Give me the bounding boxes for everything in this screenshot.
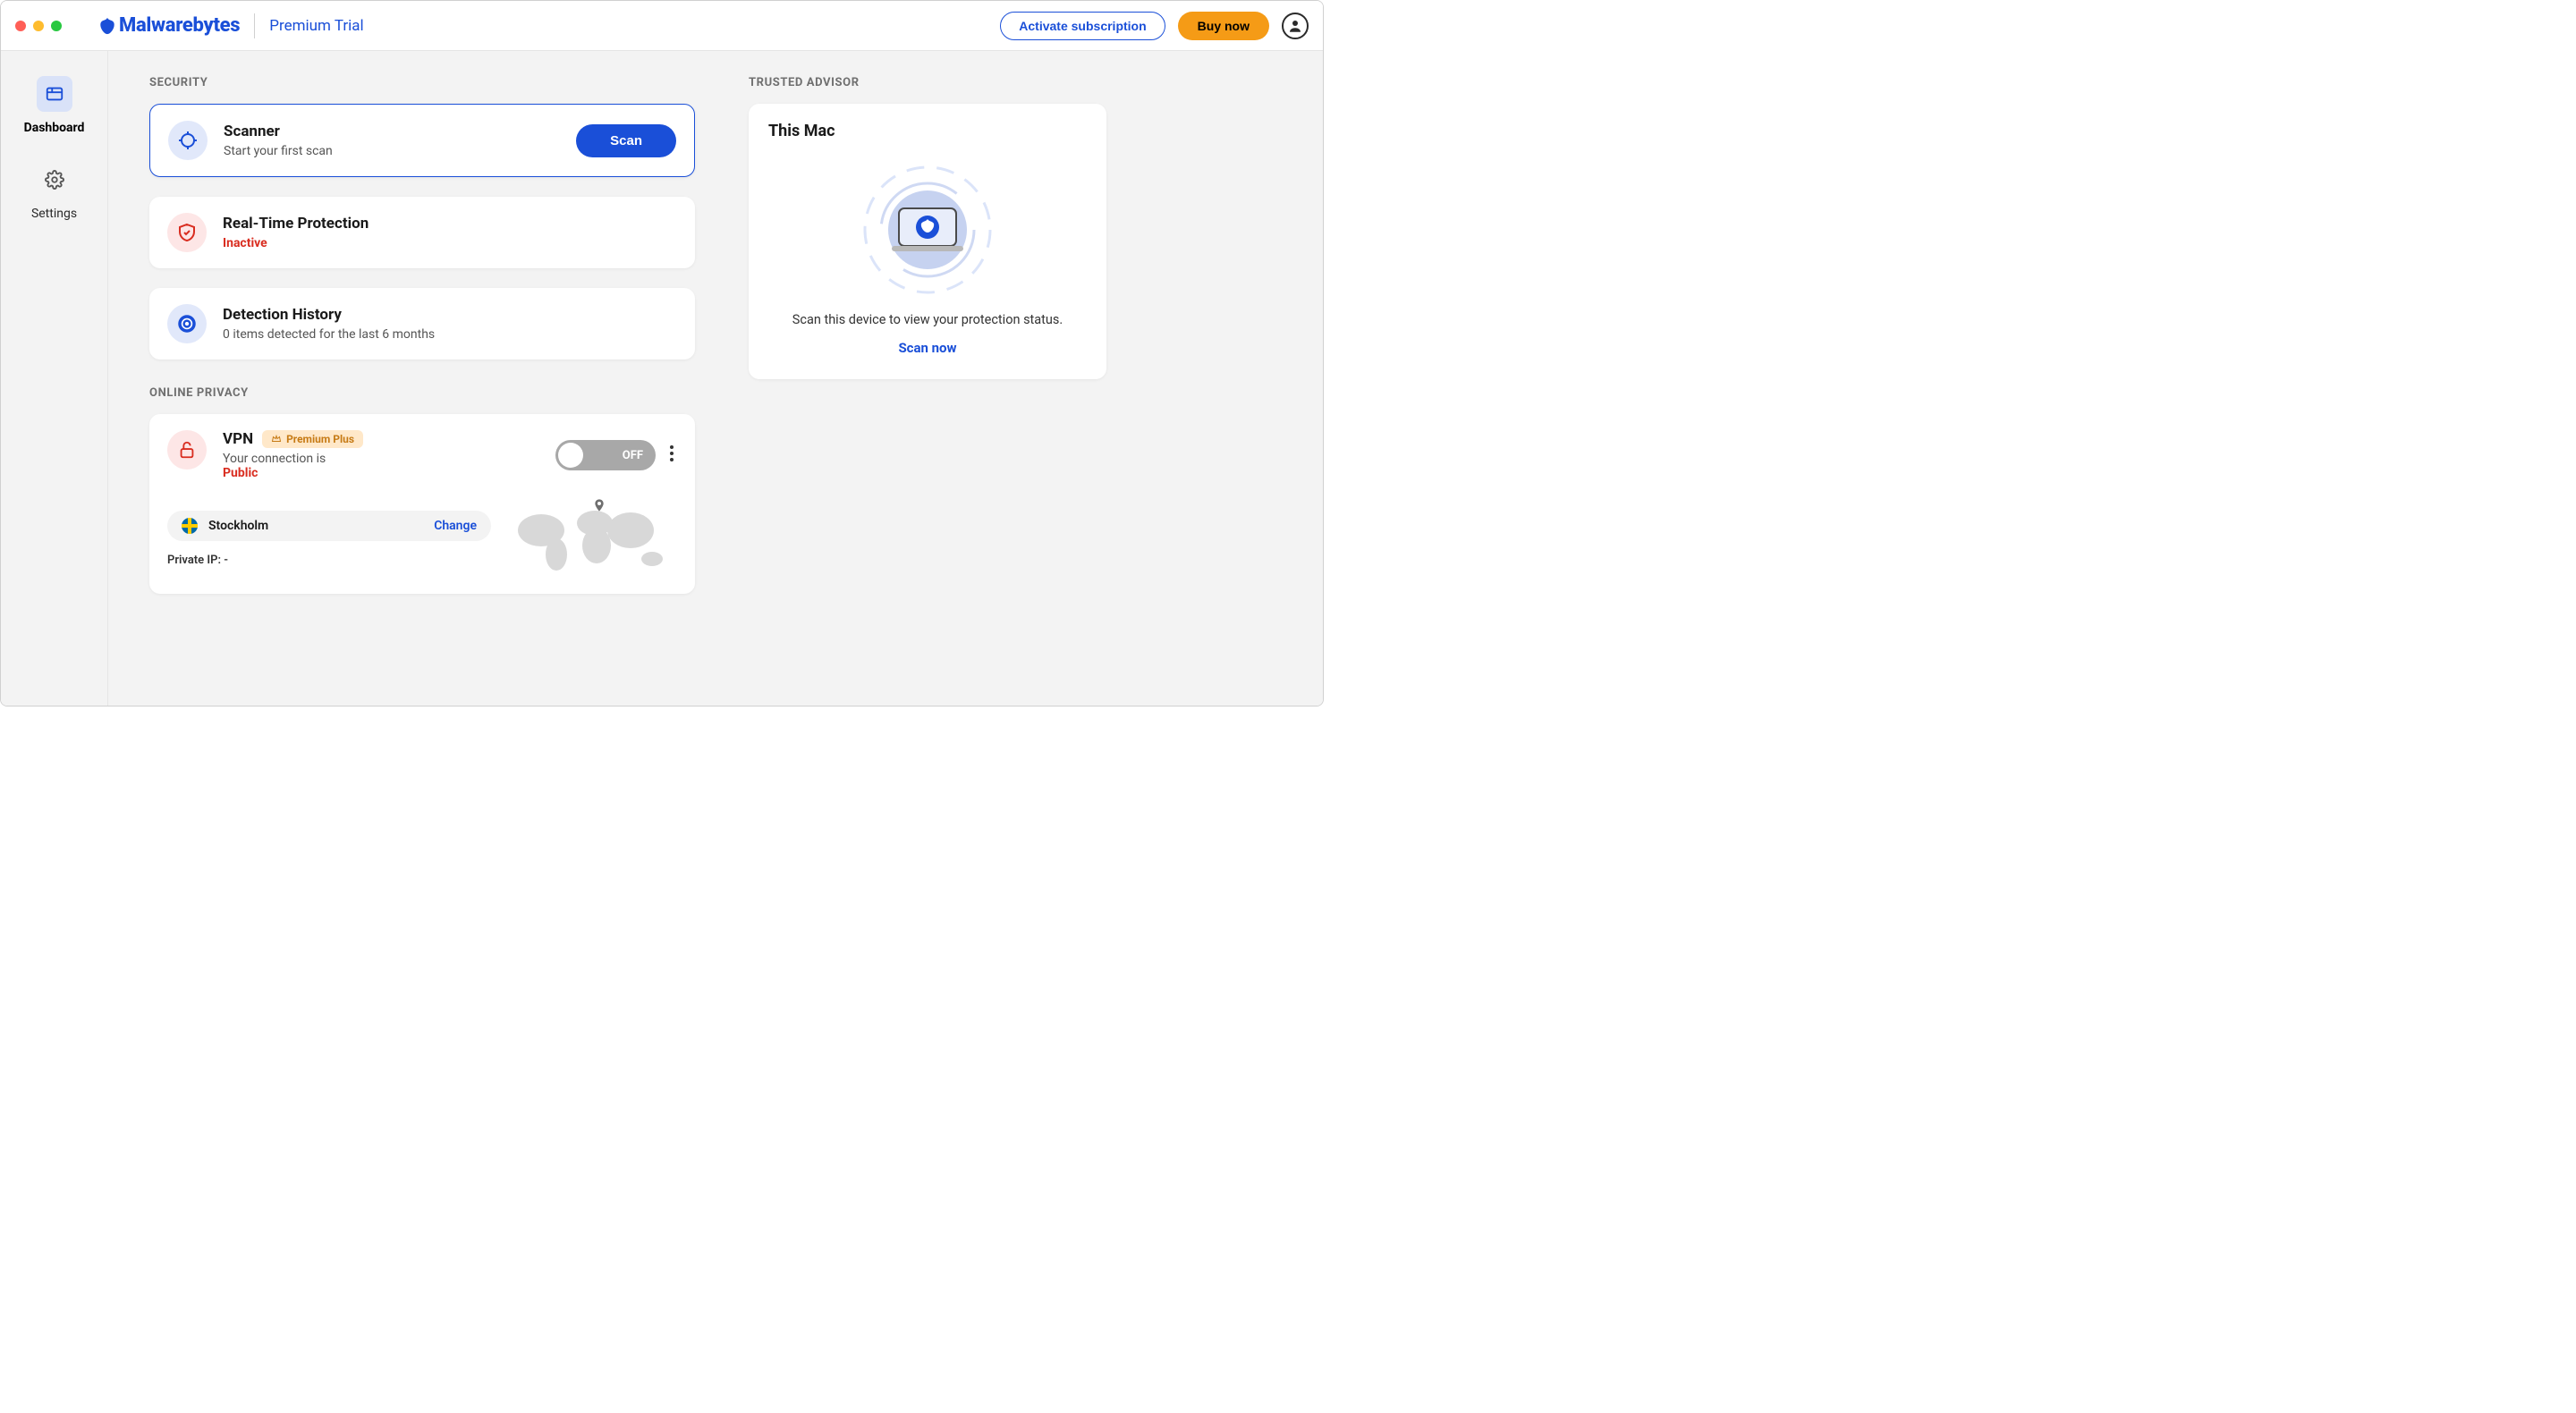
kebab-icon (670, 445, 674, 461)
scanner-title: Scanner (224, 123, 560, 140)
rtp-title: Real-Time Protection (223, 215, 677, 233)
window-controls (15, 21, 62, 31)
sidebar-item-label: Settings (31, 207, 77, 221)
trial-label: Premium Trial (269, 17, 363, 35)
scanner-subtitle: Start your first scan (224, 144, 560, 158)
crosshair-icon (168, 121, 208, 160)
advisor-illustration (768, 149, 1087, 307)
world-map (507, 496, 677, 581)
premium-plus-badge: Premium Plus (262, 430, 363, 448)
change-location-link[interactable]: Change (434, 519, 477, 533)
history-title: Detection History (223, 306, 677, 324)
sidebar-item-settings[interactable]: Settings (31, 162, 77, 221)
minimize-window-button[interactable] (33, 21, 44, 31)
vpn-subtitle: Your connection is (223, 452, 539, 466)
vpn-card: VPN Premium Plus Your connection is Publ… (149, 414, 695, 594)
vpn-status: Public (223, 466, 539, 480)
toggle-label: OFF (623, 449, 643, 462)
laptop-scan-icon (856, 158, 999, 301)
advisor-title: This Mac (768, 122, 1087, 140)
rtp-card[interactable]: Real-Time Protection Inactive (149, 197, 695, 268)
scanner-card[interactable]: Scanner Start your first scan Scan (149, 104, 695, 177)
sweden-flag-icon (182, 518, 198, 534)
crown-icon (271, 434, 282, 444)
dashboard-icon (37, 76, 72, 112)
sidebar-item-dashboard[interactable]: Dashboard (24, 76, 85, 135)
vpn-location: Stockholm (208, 519, 423, 533)
activate-subscription-button[interactable]: Activate subscription (1000, 12, 1165, 40)
brand-separator (254, 13, 255, 38)
logo-icon (97, 16, 117, 36)
sidebar-item-label: Dashboard (24, 121, 85, 135)
toggle-knob (558, 443, 583, 468)
lock-open-icon (167, 430, 207, 470)
brand-text: Malwarebytes (119, 14, 240, 37)
vpn-menu-button[interactable] (666, 445, 677, 465)
logo: Malwarebytes (97, 14, 240, 37)
buy-now-button[interactable]: Buy now (1178, 12, 1269, 40)
scan-button[interactable]: Scan (576, 124, 676, 157)
account-button[interactable] (1282, 13, 1309, 39)
close-window-button[interactable] (15, 21, 26, 31)
sidebar: Dashboard Settings (1, 51, 108, 706)
history-card[interactable]: Detection History 0 items detected for t… (149, 288, 695, 360)
user-icon (1287, 18, 1303, 34)
private-ip-label: Private IP: - (167, 554, 491, 567)
vpn-title: VPN (223, 430, 253, 448)
advisor-message: Scan this device to view your protection… (768, 312, 1087, 327)
shield-alert-icon (167, 213, 207, 252)
section-security-label: SECURITY (149, 76, 695, 89)
vpn-location-chip[interactable]: Stockholm Change (167, 511, 491, 541)
map-pin-icon (592, 496, 606, 518)
advisor-card: This Mac Scan this device to view you (749, 104, 1106, 379)
brand: Malwarebytes Premium Trial (97, 13, 364, 38)
badge-text: Premium Plus (286, 433, 354, 445)
rtp-status: Inactive (223, 236, 677, 250)
history-subtitle: 0 items detected for the last 6 months (223, 327, 677, 342)
radar-icon (167, 304, 207, 343)
section-advisor-label: TRUSTED ADVISOR (749, 76, 1106, 89)
titlebar: Malwarebytes Premium Trial Activate subs… (1, 1, 1323, 51)
maximize-window-button[interactable] (51, 21, 62, 31)
scan-now-link[interactable]: Scan now (768, 340, 1087, 356)
gear-icon (37, 162, 72, 198)
vpn-toggle[interactable]: OFF (555, 440, 656, 470)
section-privacy-label: ONLINE PRIVACY (149, 386, 695, 400)
